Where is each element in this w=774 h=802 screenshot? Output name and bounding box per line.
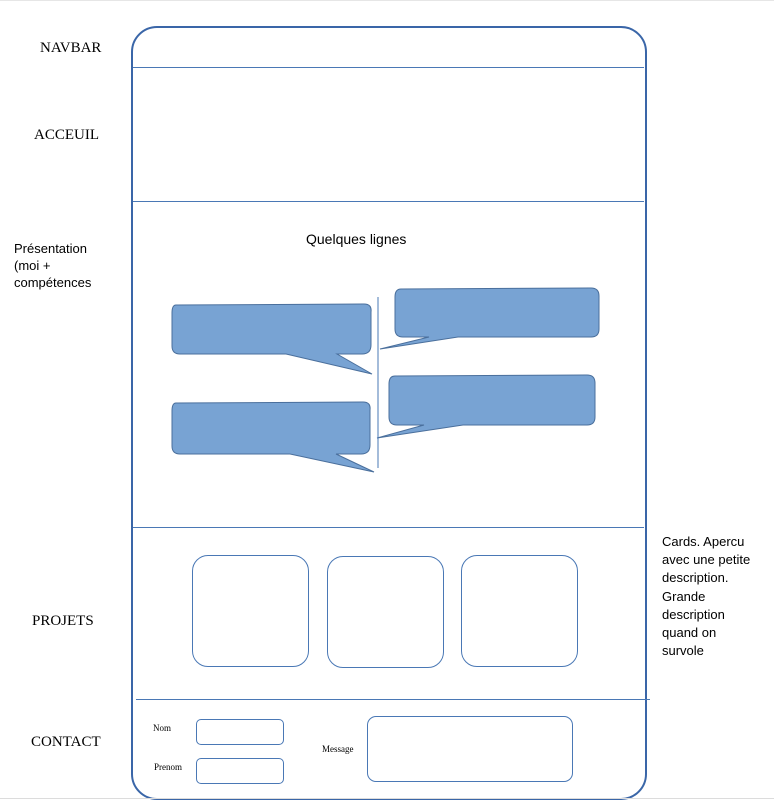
- page-bottom-line: [0, 798, 774, 799]
- prenom-input[interactable]: [196, 758, 284, 784]
- project-card-2[interactable]: [327, 556, 444, 668]
- bubble-top-right: [379, 287, 600, 350]
- bubble-top-left: [171, 303, 373, 375]
- nom-input[interactable]: [196, 719, 284, 745]
- presentation-bubbles: [171, 287, 600, 473]
- message-label: Message: [322, 744, 354, 754]
- prenom-label: Prenom: [154, 762, 182, 772]
- project-card-3[interactable]: [461, 555, 578, 667]
- bubble-bottom-left: [171, 401, 375, 473]
- nom-label: Nom: [153, 723, 171, 733]
- project-card-1[interactable]: [192, 555, 309, 667]
- message-textarea[interactable]: [367, 716, 573, 782]
- bubble-bottom-right: [376, 374, 596, 439]
